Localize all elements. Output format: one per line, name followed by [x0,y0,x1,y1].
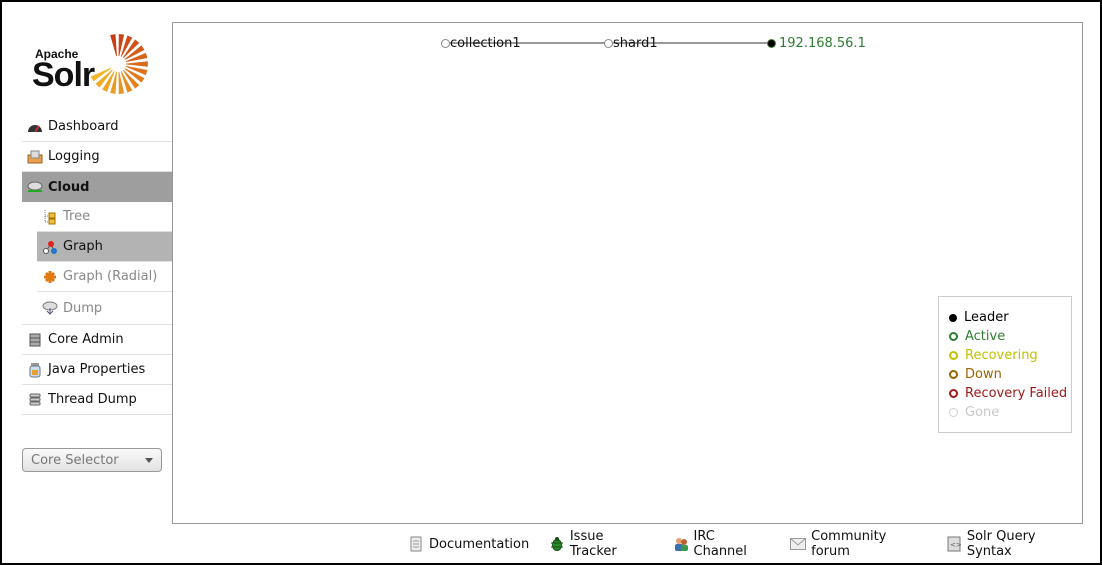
dump-icon [41,300,59,316]
legend-recovering: Recovering [949,346,1071,365]
cloud-graph-panel: collection1 shard1 192.168.56.1 Leader A… [172,22,1083,524]
legend-recovery-failed: Recovery Failed [949,384,1071,403]
cloud-submenu: Tree Graph Graph (Radial) Dump [22,202,172,324]
sun-ray [110,34,117,57]
down-circle-icon [949,370,958,379]
footer-link-solr-query-syntax[interactable]: <> Solr Query Syntax [946,529,1082,559]
footer-link-label: IRC Channel [693,529,747,559]
logo-solr-text: Solr [32,56,95,94]
node-label[interactable]: 192.168.56.1 [779,36,866,51]
footer-link-label: Solr Query Syntax [966,529,1036,559]
legend-leader: Leader [949,308,1071,327]
footer-link-community-forum[interactable]: Community forum [790,529,926,559]
core-admin-icon [26,332,44,348]
core-selector-dropdown[interactable]: Core Selector [22,448,162,472]
sidebar-item-label: Core Admin [48,332,124,347]
legend-label: Gone [965,405,1000,420]
sun-ray [110,71,117,94]
core-selector-label: Core Selector [31,452,119,468]
sidebar-item-label: Thread Dump [48,392,137,407]
irc-users-icon [673,536,689,552]
footer-link-label: Documentation [429,536,530,552]
recovering-circle-icon [949,351,958,360]
query-syntax-icon: <> [946,536,962,552]
node-circle-icon [441,39,450,48]
footer-link-label: Community forum [811,529,887,559]
sidebar-item-label: Tree [63,209,91,224]
thread-dump-icon [26,392,44,408]
footer-link-documentation[interactable]: Documentation [408,529,529,559]
bug-icon [549,536,565,552]
sidebar-item-label: Dashboard [48,119,119,134]
node-label: collection1 [450,36,521,51]
sidebar-item-thread-dump[interactable]: Thread Dump [22,385,172,415]
footer-links: Documentation Issue Tracker IRC Channel … [408,529,1102,559]
sidebar-item-graph[interactable]: Graph [37,232,172,262]
legend-down: Down [949,365,1071,384]
cloud-icon [26,179,44,195]
graph-node-shard[interactable]: shard1 [604,36,658,51]
legend-label: Recovery Failed [965,386,1068,401]
chevron-down-icon [145,458,153,463]
leader-dot-icon [949,313,957,322]
sun-logo-icon [90,34,148,94]
sidebar-item-java-properties[interactable]: Java Properties [22,355,172,385]
sidebar-item-label: Graph (Radial) [63,269,158,284]
legend-label: Down [965,367,1002,382]
graph-icon [41,239,59,255]
footer-link-issue-tracker[interactable]: Issue Tracker [549,529,652,559]
legend-label: Leader [964,310,1009,325]
graph-legend: Leader Active Recovering Down Recovery F… [938,296,1072,433]
dashboard-icon [26,119,44,135]
gone-circle-icon [949,408,958,417]
sidebar-item-label: Cloud [48,179,90,195]
logging-icon [26,149,44,165]
graph-radial-icon [41,269,59,285]
sidebar-item-graph-radial[interactable]: Graph (Radial) [37,262,172,292]
footer-link-label: Issue Tracker [569,529,617,559]
sidebar-item-core-admin[interactable]: Core Admin [22,325,172,355]
svg-text:<>: <> [950,541,961,549]
sidebar-item-label: Graph [63,239,103,254]
legend-label: Active [965,329,1006,344]
sidebar-item-cloud[interactable]: Cloud [22,172,172,202]
sidebar-nav: Dashboard Logging Cloud Tree Graph Graph… [22,112,172,415]
active-circle-icon [949,332,958,341]
node-leader-circle-icon [767,39,776,48]
recovery-failed-circle-icon [949,389,958,398]
mail-icon [790,536,807,552]
sidebar-item-label: Dump [63,300,103,316]
documentation-icon [408,536,424,552]
sidebar-item-tree[interactable]: Tree [37,202,172,232]
footer-link-irc-channel[interactable]: IRC Channel [673,529,771,559]
sidebar-item-logging[interactable]: Logging [22,142,172,172]
sidebar-item-dashboard[interactable]: Dashboard [22,112,172,142]
legend-active: Active [949,327,1071,346]
tree-icon [41,209,59,225]
sidebar-item-label: Logging [48,149,100,164]
solr-logo[interactable]: Apache Solr [32,30,156,96]
sidebar-item-label: Java Properties [48,362,146,377]
graph-node-collection[interactable]: collection1 [441,36,521,51]
sidebar-item-dump[interactable]: Dump [37,292,172,324]
legend-label: Recovering [965,348,1038,363]
sun-ray [125,61,148,67]
legend-gone: Gone [949,403,1071,422]
graph-node-replica[interactable]: 192.168.56.1 [767,36,866,51]
node-label: shard1 [613,36,658,51]
node-circle-icon [604,39,613,48]
java-properties-icon [26,362,44,378]
